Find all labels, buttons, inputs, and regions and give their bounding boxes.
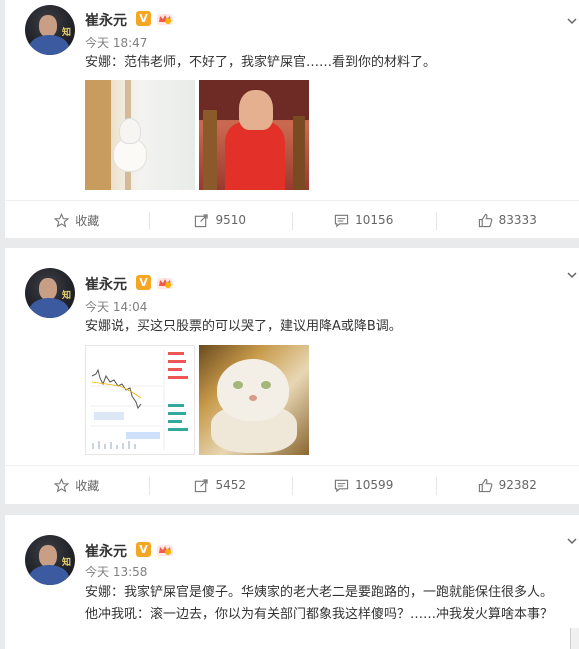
- repost-count: 5452: [215, 478, 247, 492]
- author-name[interactable]: 崔永元: [85, 274, 127, 294]
- crown-icon: [157, 545, 173, 556]
- scrollbar[interactable]: [570, 628, 579, 649]
- comment-count: 10156: [355, 213, 394, 227]
- post-image-cat[interactable]: [85, 80, 195, 190]
- repost-icon: [195, 213, 209, 227]
- comment-icon: [335, 214, 349, 227]
- repost-count: 9510: [215, 213, 247, 227]
- favorite-label: 收藏: [75, 478, 100, 493]
- comment-button[interactable]: 10599: [292, 475, 436, 495]
- repost-button[interactable]: 5452: [148, 475, 293, 495]
- avatar[interactable]: 知: [25, 535, 75, 585]
- action-bar: 收藏 5452 10599 92382: [5, 465, 579, 504]
- post-text: 安娜：范伟老师，不好了，我家铲屎官……看到你的材料了。: [85, 55, 437, 70]
- post-image-kungfu[interactable]: [199, 80, 309, 190]
- feed-card: 知 崔永元 V 今天 14:04 安娜说，买这只股票的可以哭了，建议用降A或降B…: [5, 248, 579, 504]
- feed-card: 知 崔永元 V 今天 18:47 安娜：范伟老师，不好了，我家铲屎官……看到你的…: [5, 0, 579, 238]
- verified-badge-icon: V: [136, 275, 151, 290]
- action-bar: 收藏 9510 10156 83333: [5, 200, 579, 239]
- repost-icon: [195, 478, 209, 492]
- verified-badge-icon: V: [136, 11, 151, 26]
- post-text: 安娜：我家铲屎官是傻子。华姨家的老大老二是要跑路的，一跑就能保住很多人。他冲我吼…: [85, 585, 554, 622]
- chevron-down-icon[interactable]: [567, 17, 577, 25]
- avatar[interactable]: 知: [25, 5, 75, 55]
- author-name[interactable]: 崔永元: [85, 10, 127, 30]
- stock-chart-graphic: [90, 350, 188, 450]
- like-button[interactable]: 92382: [435, 475, 579, 495]
- post-image-cat-painting[interactable]: [199, 345, 309, 455]
- chevron-down-icon[interactable]: [567, 537, 577, 545]
- star-icon: [54, 212, 70, 228]
- chevron-down-icon[interactable]: [567, 271, 577, 279]
- comment-count: 10599: [355, 478, 394, 492]
- comment-button[interactable]: 10156: [292, 210, 436, 230]
- favorite-label: 收藏: [75, 213, 100, 228]
- author-name[interactable]: 崔永元: [85, 541, 127, 561]
- crown-icon: [157, 278, 173, 289]
- post-time[interactable]: 今天 13:58: [85, 563, 147, 580]
- verified-badge-icon: V: [136, 542, 151, 557]
- thumbs-up-icon: [478, 478, 493, 492]
- favorite-button[interactable]: 收藏: [5, 475, 149, 495]
- repost-button[interactable]: 9510: [148, 210, 293, 230]
- like-count: 92382: [498, 478, 537, 492]
- post-image-stock-chart[interactable]: [85, 345, 195, 455]
- avatar-mark: 知: [61, 558, 71, 568]
- favorite-button[interactable]: 收藏: [5, 210, 149, 230]
- avatar[interactable]: 知: [25, 268, 75, 318]
- comment-icon: [335, 479, 349, 492]
- star-icon: [54, 477, 70, 493]
- avatar-mark: 知: [61, 28, 71, 38]
- feed-card: 知 崔永元 V 今天 13:58 安娜：我家铲屎官是傻子。华姨家的老大老二是要跑…: [5, 515, 579, 649]
- like-button[interactable]: 83333: [435, 210, 579, 230]
- like-count: 83333: [498, 213, 537, 227]
- crown-icon: [157, 14, 173, 25]
- avatar-mark: 知: [61, 291, 71, 301]
- post-text: 安娜说，买这只股票的可以哭了，建议用降A或降B调。: [85, 319, 402, 334]
- post-time[interactable]: 今天 14:04: [85, 298, 147, 315]
- thumbs-up-icon: [478, 213, 493, 227]
- post-time[interactable]: 今天 18:47: [85, 34, 147, 51]
